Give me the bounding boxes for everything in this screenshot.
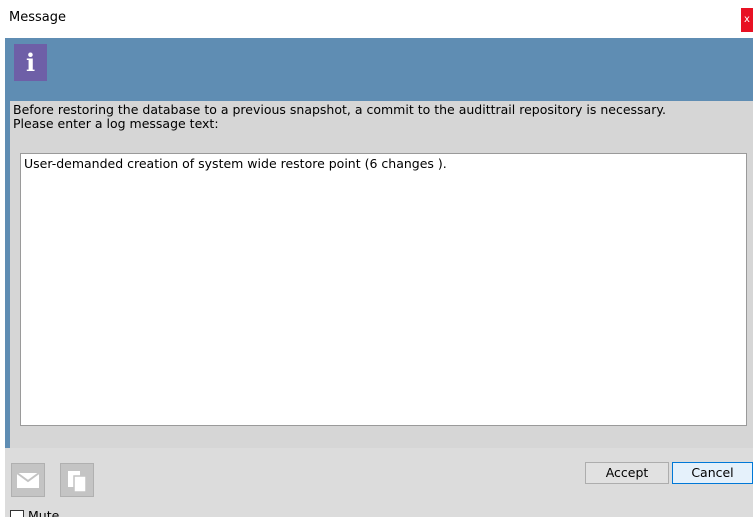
mute-checkbox[interactable] [10, 510, 24, 517]
send-mail-button[interactable] [11, 463, 45, 497]
title-bar[interactable]: Message x [0, 0, 753, 38]
copy-icon [68, 471, 87, 493]
instruction-line-2: Please enter a log message text: [13, 116, 219, 131]
instruction-text: Before restoring the database to a previ… [13, 103, 751, 131]
close-button[interactable]: x [741, 8, 753, 32]
message-panel: Before restoring the database to a previ… [10, 101, 753, 448]
mute-label: Mute [28, 508, 60, 517]
cancel-button[interactable]: Cancel [672, 462, 753, 484]
dialog-footer: Accept Cancel Mute [5, 448, 753, 517]
envelope-icon [16, 472, 40, 488]
window-title: Message [9, 10, 66, 25]
close-icon: x [744, 14, 750, 25]
dialog-body: i Before restoring the database to a pre… [5, 38, 753, 448]
message-dialog: Message x i Before restoring the databas… [0, 0, 753, 517]
copy-button[interactable] [60, 463, 94, 497]
accept-button[interactable]: Accept [585, 462, 669, 484]
instruction-line-1: Before restoring the database to a previ… [13, 103, 666, 117]
info-icon: i [14, 44, 47, 81]
log-message-input[interactable]: User-demanded creation of system wide re… [20, 153, 747, 426]
info-glyph: i [25, 48, 36, 77]
